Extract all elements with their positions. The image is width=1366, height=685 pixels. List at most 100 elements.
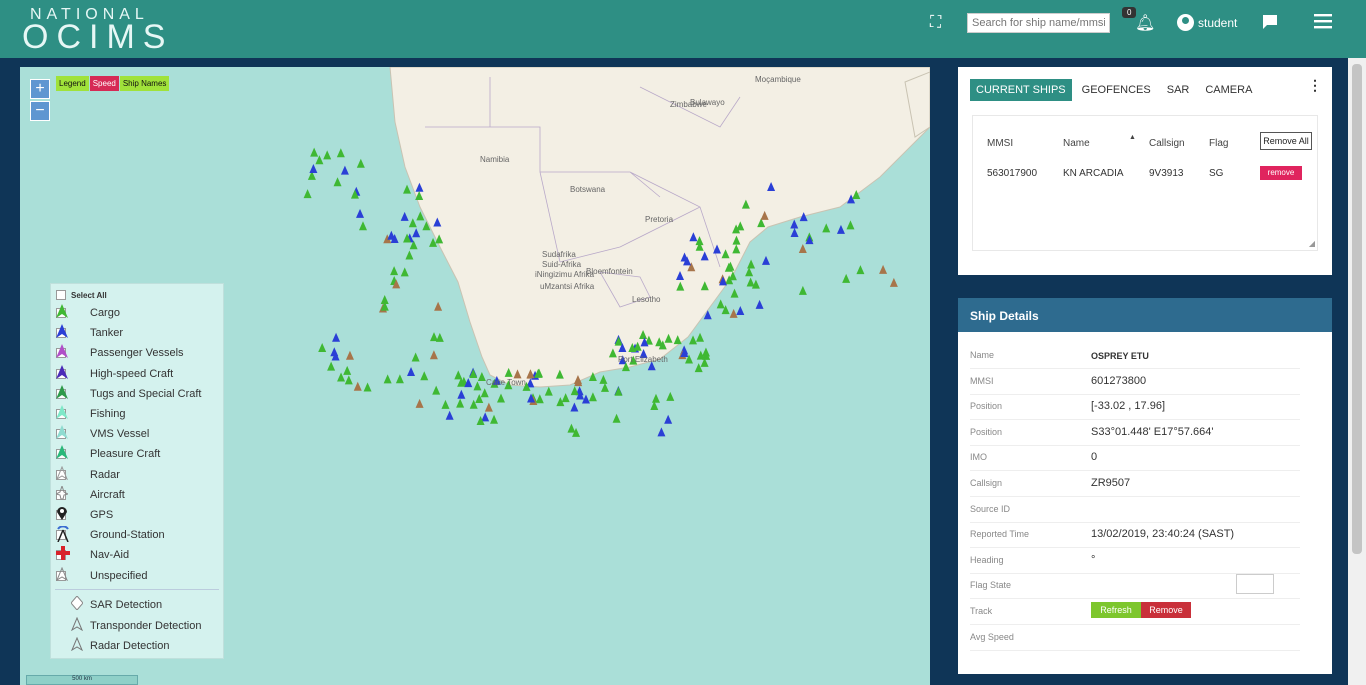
legend-item[interactable]: Aircraft [56, 485, 125, 504]
legend-item[interactable]: Passenger Vessels [56, 344, 184, 362]
chat-icon[interactable] [1261, 13, 1279, 36]
ship-marker[interactable] [411, 352, 420, 362]
remove-all-button[interactable]: Remove All [1260, 132, 1312, 150]
col-mmsi[interactable]: MMSI [987, 138, 1013, 149]
scrollbar-thumb[interactable] [1352, 64, 1362, 554]
ship-marker[interactable] [588, 392, 597, 402]
ship-marker[interactable] [345, 350, 354, 360]
zoom-in-button[interactable]: + [30, 79, 50, 99]
ship-marker[interactable] [363, 382, 372, 392]
ship-marker[interactable] [412, 228, 421, 238]
ship-marker[interactable] [836, 224, 845, 234]
legend-item[interactable]: VMS Vessel [56, 425, 149, 443]
ship-marker[interactable] [303, 189, 312, 199]
tab-geofences[interactable]: GEOFENCES [1076, 79, 1157, 101]
ship-marker[interactable] [356, 208, 365, 218]
ship-marker[interactable] [790, 228, 799, 238]
ship-marker[interactable] [358, 221, 367, 231]
ship-marker[interactable] [746, 277, 755, 287]
legend-item[interactable]: Tanker [56, 324, 123, 342]
ship-marker[interactable] [343, 365, 352, 375]
legend-item[interactable]: GPS [56, 506, 113, 524]
ship-marker[interactable] [318, 342, 327, 352]
ship-marker[interactable] [657, 427, 666, 437]
ship-marker[interactable] [755, 299, 764, 309]
legend-item[interactable]: Ground-Station [56, 526, 165, 544]
remove-ship-button[interactable]: remove [1260, 166, 1302, 180]
ship-marker[interactable] [822, 223, 831, 233]
sort-icon[interactable]: ▲ [1129, 134, 1136, 141]
ship-marker[interactable] [383, 374, 392, 384]
ship-marker[interactable] [570, 402, 579, 412]
ship-names-toggle[interactable]: Ship Names [119, 76, 170, 91]
page-scrollbar[interactable] [1348, 58, 1366, 685]
ship-marker[interactable] [561, 393, 570, 403]
ship-marker[interactable] [729, 308, 738, 318]
ship-marker[interactable] [798, 285, 807, 295]
ship-marker[interactable] [429, 350, 438, 360]
ship-marker[interactable] [730, 288, 739, 298]
logo[interactable]: OCIMS [22, 18, 173, 57]
zoom-out-button[interactable]: − [30, 101, 50, 121]
ship-search-input[interactable] [967, 13, 1110, 33]
ship-marker[interactable] [694, 363, 703, 373]
ship-marker[interactable] [761, 255, 770, 265]
tab-current-ships[interactable]: CURRENT SHIPS [970, 79, 1072, 101]
ship-marker[interactable] [310, 147, 319, 157]
legend-item[interactable]: Pleasure Craft [56, 445, 160, 463]
ship-marker[interactable] [356, 158, 365, 168]
ship-marker[interactable] [790, 219, 799, 229]
ship-marker[interactable] [309, 164, 318, 174]
ship-marker[interactable] [454, 370, 463, 380]
hamburger-menu-icon[interactable] [1314, 13, 1332, 34]
tab-sar[interactable]: SAR [1161, 79, 1196, 101]
ship-marker[interactable] [889, 277, 898, 287]
ship-marker[interactable] [323, 150, 332, 160]
select-all-checkbox[interactable] [56, 290, 66, 300]
ship-marker[interactable] [745, 267, 754, 277]
bell-icon[interactable]: 🔔︎ [1135, 13, 1155, 33]
ship-marker[interactable] [716, 299, 725, 309]
legend-item[interactable]: Tugs and Special Craft [56, 384, 201, 403]
legend-item[interactable]: High-speed Craft [56, 364, 173, 383]
ship-marker[interactable] [481, 412, 490, 422]
ship-marker[interactable] [336, 148, 345, 158]
ship-marker[interactable] [535, 394, 544, 404]
ship-marker[interactable] [400, 267, 409, 277]
more-options-icon[interactable]: ⋮ [1308, 77, 1322, 94]
ship-marker[interactable] [747, 259, 756, 269]
ship-marker[interactable] [490, 414, 499, 424]
user-menu[interactable]: student [1177, 14, 1237, 31]
ship-marker[interactable] [480, 388, 489, 398]
ship-marker[interactable] [344, 375, 353, 385]
ship-marker[interactable] [408, 218, 417, 228]
ship-marker[interactable] [400, 211, 409, 221]
ship-marker[interactable] [544, 386, 553, 396]
ship-marker[interactable] [429, 332, 438, 342]
ship-marker[interactable] [434, 301, 443, 311]
fullscreen-icon[interactable]: ⛶ [930, 14, 941, 32]
ship-marker[interactable] [445, 410, 454, 420]
ship-marker[interactable] [651, 393, 660, 403]
ship-marker[interactable] [405, 250, 414, 260]
tab-camera[interactable]: CAMERA [1199, 79, 1258, 101]
track-refresh-button[interactable]: Refresh [1091, 602, 1141, 618]
ship-marker[interactable] [599, 374, 608, 384]
ship-marker[interactable] [327, 361, 336, 371]
legend-item[interactable]: Nav-Aid [56, 546, 129, 564]
col-flag[interactable]: Flag [1209, 138, 1228, 149]
ship-marker[interactable] [600, 382, 609, 392]
ship-marker[interactable] [846, 220, 855, 230]
ship-marker[interactable] [353, 381, 362, 391]
resize-handle-icon[interactable]: ◢ [1309, 239, 1315, 248]
ship-marker[interactable] [390, 266, 399, 276]
ship-marker[interactable] [689, 335, 698, 345]
ship-marker[interactable] [666, 391, 675, 401]
ship-marker[interactable] [567, 423, 576, 433]
legend-toggle[interactable]: Legend [56, 76, 89, 91]
legend-item[interactable]: Radar [56, 465, 120, 484]
speed-toggle[interactable]: Speed [89, 76, 119, 91]
ship-marker[interactable] [614, 386, 623, 396]
ship-marker[interactable] [696, 332, 705, 342]
ship-marker[interactable] [664, 414, 673, 424]
